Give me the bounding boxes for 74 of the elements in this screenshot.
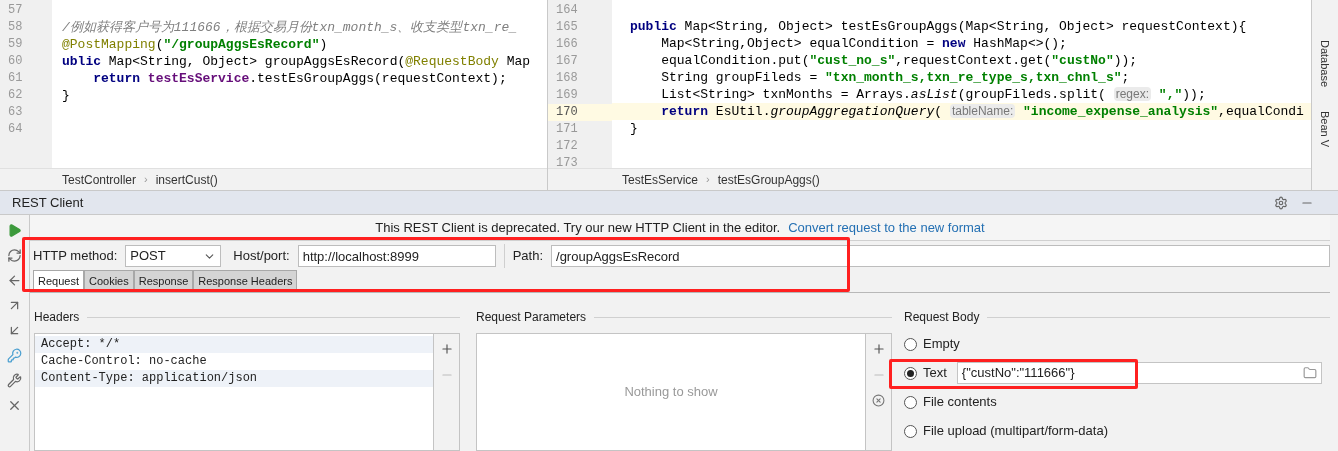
radio-label[interactable]: File upload (multipart/form-data) [923,421,1108,441]
line-number: 172 [555,138,579,155]
code-line: public Map<String, Object> testEsGroupAggs(Map<String, Object> requestContext){ [630,18,1247,34]
breadcrumb-separator: › [144,172,148,188]
line-number: 60 [7,53,24,70]
line-number: 170 [548,104,612,121]
breadcrumb-separator: › [706,172,710,188]
side-tab[interactable]: Bean V [1316,111,1334,148]
radio-button[interactable] [904,424,917,438]
tab[interactable]: Request [33,270,84,292]
line-number: 166 [555,36,579,53]
add-icon[interactable] [439,342,454,356]
host-field[interactable]: http://localhost:8999 [297,245,496,267]
refresh-icon[interactable] [7,248,22,263]
line-number: 61 [7,70,24,87]
code-line: String groupFileds = "txn_month_s,txn_re_type_s,txn_chnl_s"; [660,69,1130,85]
field-label: HTTP method: [33,247,118,266]
close-icon[interactable] [7,398,22,413]
radio-label[interactable]: File contents [923,392,997,412]
breadcrumb-item[interactable]: TestController [62,170,137,189]
convert-link[interactable]: Convert request to the new format [788,217,985,238]
line-number: 62 [7,87,24,104]
path-field[interactable]: /groupAggsEsRecord [551,245,1330,267]
line-number: 164 [555,2,579,19]
line-number: 168 [555,70,579,87]
radio-button[interactable] [904,337,917,351]
keys-icon[interactable] [7,348,22,363]
code-line: } [62,88,70,103]
code-line: @PostMapping("/groupAggsEsRecord") [62,37,328,52]
wrench-icon[interactable] [7,373,22,388]
field-label: Path: [512,247,543,266]
field-label: Host/port: [233,247,290,266]
code-line: return EsUtil.groupAggregationQuery( tableName: "income_expense_analysis",equalCondi [660,103,1304,119]
breadcrumb-item[interactable]: insertCust() [155,170,218,189]
code-line: List<String> txnMonths = Arrays.asList(groupFileds.split( regex: ",")); [660,86,1206,102]
empty-message: Nothing to show [624,383,718,402]
line-number: 171 [555,121,579,138]
breadcrumb-item[interactable]: testEsGroupAggs() [717,170,820,189]
method-select[interactable]: POST [125,245,222,267]
line-number: 64 [7,121,24,138]
folder-icon[interactable] [1303,366,1317,380]
line-number: 59 [7,36,24,53]
body-text-field[interactable]: {"custNo":"111666"} [956,362,1322,384]
code-line: equalCondition.put("cust_no_s",requestContext.get("custNo")); [660,52,1138,68]
clear-icon[interactable] [872,394,885,407]
panel-title: REST Client [12,193,84,212]
section-title: Headers [34,309,80,326]
code-line: return testEsService.testEsGroupAggs(requestContext); [92,71,507,86]
line-number: 165 [555,19,579,36]
deprecation-notice: This REST Client is deprecated. Try our new HTTP Client in the editor. [375,218,781,237]
settings-icon[interactable] [1274,195,1288,210]
tab[interactable]: Response Headers [193,270,298,292]
section-title: Request Parameters [476,309,587,326]
code-line: ublic Map<String, Object> groupAggsEsRecord(@RequestBody Map [62,54,531,69]
breadcrumb-item[interactable]: TestEsService [622,170,699,189]
code-line: /例如获得客户号为111666，根据交易月份txn_month_s、收支类型txn_re_ [62,20,518,35]
radio-label[interactable]: Text [923,363,947,383]
line-number: 63 [7,104,24,121]
radio-label[interactable]: Empty [923,334,960,354]
code-line: } [630,120,638,136]
run-icon[interactable] [7,223,22,238]
header-row[interactable]: Accept: */* [35,336,433,353]
section-title: Request Body [904,309,980,326]
radio-button[interactable] [904,366,917,380]
add-icon[interactable] [871,342,886,356]
line-number: 173 [555,155,579,168]
line-number: 167 [555,53,579,70]
side-tab[interactable]: Database [1316,40,1334,88]
header-row[interactable]: Content-Type: application/json [35,370,433,387]
code-line: Map<String,Object> equalCondition = new HashMap<>(); [660,35,1067,51]
line-number: 169 [555,87,579,104]
radio-button[interactable] [904,395,917,409]
line-number: 57 [7,2,24,19]
line-number: 58 [7,19,24,36]
